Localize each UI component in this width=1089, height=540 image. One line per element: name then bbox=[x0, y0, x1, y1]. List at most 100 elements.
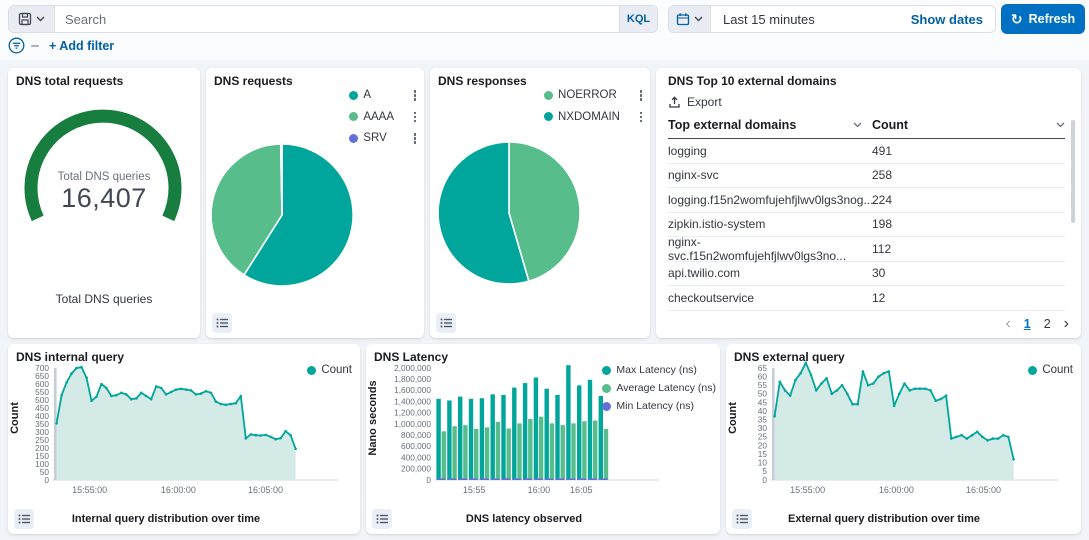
internal-query-area-chart[interactable]: 0501001502002503003504004505005506006507… bbox=[16, 360, 352, 500]
cell-count: 224 bbox=[872, 193, 1065, 207]
gauge-center-label: Total DNS queries bbox=[8, 171, 200, 183]
table-row: logging.f15n2womfujehfjlwv0lgs3nog.... 2… bbox=[668, 188, 1065, 213]
export-label: Export bbox=[687, 95, 722, 109]
chart-legend: Max Latency (ns) Average Latency (ns) Mi… bbox=[602, 364, 716, 412]
table-row: logging 491 bbox=[668, 139, 1065, 164]
cell-domain: nginx-svc.f15n2womfujehfjlwv0lgs3no... bbox=[668, 235, 872, 263]
legend-item-nxdomain[interactable]: NXDOMAIN bbox=[544, 110, 644, 125]
saved-query-button[interactable] bbox=[9, 6, 55, 32]
svg-text:15:55:00: 15:55:00 bbox=[790, 485, 825, 495]
chevron-down-icon bbox=[36, 16, 45, 22]
svg-text:1,600,000: 1,600,000 bbox=[394, 385, 431, 395]
svg-text:20: 20 bbox=[758, 440, 768, 450]
legend-item-noerror[interactable]: NOERROR bbox=[544, 88, 644, 103]
svg-text:400,000: 400,000 bbox=[401, 452, 431, 462]
domains-table: Top external domains Count logging 491 n… bbox=[668, 118, 1065, 311]
legend-item-count[interactable]: Count bbox=[307, 364, 352, 376]
page-button-1[interactable]: 1 bbox=[1024, 317, 1031, 331]
legend-toggle-button[interactable] bbox=[14, 509, 34, 529]
sort-chevron-icon bbox=[853, 122, 862, 128]
table-row: nginx-svc 258 bbox=[668, 164, 1065, 189]
x-axis-title: DNS latency observed bbox=[374, 513, 674, 525]
table-scrollbar[interactable] bbox=[1071, 120, 1075, 223]
svg-text:700: 700 bbox=[35, 363, 49, 373]
legend-dot bbox=[1028, 366, 1037, 375]
legend-dot bbox=[602, 402, 611, 411]
legend-item-count[interactable]: Count bbox=[1028, 364, 1073, 376]
legend-item-a[interactable]: A bbox=[349, 88, 418, 103]
svg-text:1,200,000: 1,200,000 bbox=[394, 408, 431, 418]
kql-button[interactable]: KQL bbox=[619, 6, 657, 32]
legend-dot bbox=[349, 112, 358, 121]
previous-page-icon[interactable]: ‹ bbox=[1005, 318, 1010, 330]
legend-toggle-button[interactable] bbox=[732, 509, 752, 529]
legend-menu-icon[interactable] bbox=[638, 88, 645, 103]
panel-dns-external-query: DNS external query Count Count 051015202… bbox=[726, 344, 1081, 534]
legend-label: Count bbox=[321, 364, 352, 376]
svg-text:16:05:00: 16:05:00 bbox=[248, 485, 283, 495]
svg-text:55: 55 bbox=[758, 380, 768, 390]
cell-count: 12 bbox=[872, 291, 1065, 305]
list-icon bbox=[440, 317, 452, 329]
kibana-dns-dashboard: { "colors": { "teal": "#00a69b", "green"… bbox=[0, 0, 1089, 540]
legend-item-max-latency[interactable]: Max Latency (ns) bbox=[602, 364, 716, 376]
panel-dns-total-requests: DNS total requests Total DNS queries 16,… bbox=[8, 68, 200, 338]
legend-menu-icon[interactable] bbox=[412, 110, 419, 125]
panel-title: DNS total requests bbox=[16, 74, 123, 88]
svg-text:16:05:00: 16:05:00 bbox=[966, 485, 1001, 495]
panel-title: DNS Top 10 external domains bbox=[668, 74, 837, 88]
legend-menu-icon[interactable] bbox=[412, 131, 419, 146]
cell-domain: api.twilio.com bbox=[668, 266, 872, 280]
next-page-icon[interactable]: › bbox=[1064, 318, 1069, 330]
add-filter-link[interactable]: + Add filter bbox=[49, 39, 114, 53]
svg-text:16:00:00: 16:00:00 bbox=[161, 485, 196, 495]
export-button[interactable]: Export bbox=[668, 95, 722, 109]
cell-domain: nginx-svc bbox=[668, 168, 872, 182]
legend-item-average-latency[interactable]: Average Latency (ns) bbox=[602, 382, 716, 394]
svg-text:30: 30 bbox=[758, 423, 768, 433]
svg-text:1,000,000: 1,000,000 bbox=[394, 419, 431, 429]
filter-separator bbox=[31, 45, 39, 47]
query-bar: KQL bbox=[8, 5, 658, 33]
table-row: api.twilio.com 30 bbox=[668, 262, 1065, 287]
legend-dot bbox=[307, 366, 316, 375]
column-header-count[interactable]: Count bbox=[872, 118, 1065, 132]
legend-item-aaaa[interactable]: AAAA bbox=[349, 110, 418, 125]
show-dates-button[interactable]: Show dates bbox=[899, 6, 995, 32]
panel-dns-internal-query: DNS internal query Count Count 050100150… bbox=[8, 344, 360, 534]
legend-menu-icon[interactable] bbox=[638, 110, 645, 125]
panel-dns-responses: DNS responses NOERROR NXDOMAIN bbox=[430, 68, 650, 338]
chevron-down-icon bbox=[694, 16, 703, 22]
legend-label: NOERROR bbox=[558, 89, 628, 101]
list-icon bbox=[376, 513, 388, 525]
page-button-2[interactable]: 2 bbox=[1044, 317, 1051, 331]
svg-text:1,800,000: 1,800,000 bbox=[394, 374, 431, 384]
export-icon bbox=[668, 96, 681, 109]
legend-item-srv[interactable]: SRV bbox=[349, 131, 418, 146]
refresh-label: Refresh bbox=[1029, 12, 1076, 26]
legend-toggle-button[interactable] bbox=[212, 313, 232, 333]
date-quick-menu-button[interactable] bbox=[669, 6, 711, 32]
svg-text:25: 25 bbox=[758, 432, 768, 442]
search-input[interactable] bbox=[55, 6, 619, 32]
svg-text:50: 50 bbox=[758, 389, 768, 399]
legend-dot bbox=[602, 384, 611, 393]
cell-domain: logging.f15n2womfujehfjlwv0lgs3nog.... bbox=[668, 193, 872, 207]
time-range-button[interactable]: Last 15 minutes bbox=[711, 6, 899, 32]
column-header-domains[interactable]: Top external domains bbox=[668, 118, 872, 132]
legend-label: AAAA bbox=[363, 111, 402, 123]
legend-menu-icon[interactable] bbox=[412, 88, 419, 103]
panel-title: DNS external query bbox=[734, 350, 845, 364]
filter-in-circle-icon[interactable] bbox=[8, 37, 25, 54]
svg-text:15:55: 15:55 bbox=[463, 485, 486, 495]
legend-item-min-latency[interactable]: Min Latency (ns) bbox=[602, 400, 716, 412]
x-axis-title: External query distribution over time bbox=[734, 513, 1034, 525]
legend-toggle-button[interactable] bbox=[372, 509, 392, 529]
external-query-area-chart[interactable]: 0510152025303540455055606515:55:0016:00:… bbox=[734, 360, 1072, 500]
cell-domain: zipkin.istio-system bbox=[668, 217, 872, 231]
refresh-button[interactable]: ↻ Refresh bbox=[1001, 4, 1085, 34]
panel-dns-requests: DNS requests A AAAA SRV bbox=[206, 68, 424, 338]
svg-text:15: 15 bbox=[758, 449, 768, 459]
legend-toggle-button[interactable] bbox=[436, 313, 456, 333]
legend-dot bbox=[349, 91, 358, 100]
